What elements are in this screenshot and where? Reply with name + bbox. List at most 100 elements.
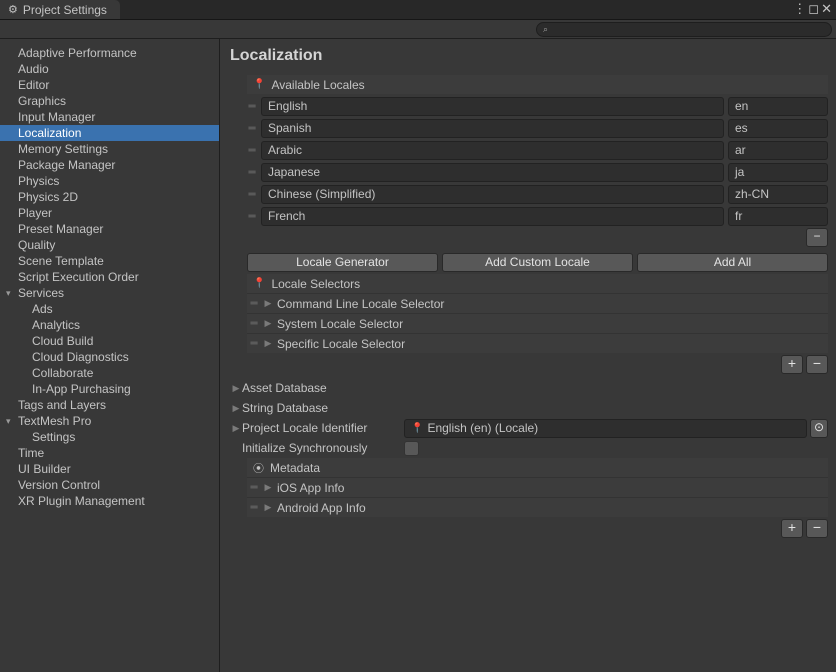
sidebar-item-services[interactable]: Services: [0, 285, 219, 301]
sidebar-item-time[interactable]: Time: [0, 445, 219, 461]
metadata-label: Metadata: [270, 461, 320, 475]
sidebar-item-player[interactable]: Player: [0, 205, 219, 221]
project-locale-id-value: English (en) (Locale): [427, 420, 538, 437]
drag-handle-icon[interactable]: ═: [247, 215, 257, 218]
drag-handle-icon[interactable]: ═: [249, 342, 259, 345]
drag-handle-icon[interactable]: ═: [249, 506, 259, 509]
add-metadata-button[interactable]: +: [781, 519, 803, 538]
locale-selectors-label: Locale Selectors: [271, 277, 360, 291]
metadata-row[interactable]: ═▶iOS App Info: [247, 477, 828, 497]
drag-handle-icon[interactable]: ═: [247, 105, 257, 108]
sidebar-item-tags-and-layers[interactable]: Tags and Layers: [0, 397, 219, 413]
init-sync-checkbox[interactable]: [404, 441, 419, 456]
tab-title: Project Settings: [23, 3, 107, 17]
close-icon[interactable]: ✕: [821, 2, 832, 15]
sidebar-item-localization[interactable]: Localization: [0, 125, 219, 141]
more-icon[interactable]: ⋮: [793, 2, 806, 15]
search-input[interactable]: ⌕: [536, 22, 832, 37]
sidebar-item-input-manager[interactable]: Input Manager: [0, 109, 219, 125]
sidebar-item-script-execution-order[interactable]: Script Execution Order: [0, 269, 219, 285]
locale-row: ═ Englishen: [247, 94, 828, 116]
drag-handle-icon[interactable]: ═: [247, 193, 257, 196]
pin-icon: 📍: [411, 420, 423, 437]
locale-selector-row[interactable]: ═ ▶ System Locale Selector: [247, 313, 828, 333]
sidebar-item-textmesh-pro[interactable]: TextMesh Pro: [0, 413, 219, 429]
sidebar-item-preset-manager[interactable]: Preset Manager: [0, 221, 219, 237]
chevron-right-icon[interactable]: ▶: [230, 423, 242, 434]
maximize-icon[interactable]: ◻: [808, 2, 819, 15]
drag-handle-icon[interactable]: ═: [247, 127, 257, 130]
add-selector-button[interactable]: +: [781, 355, 803, 374]
picker-button[interactable]: ⊙: [810, 419, 828, 438]
locale-name-field[interactable]: French: [261, 207, 724, 226]
chevron-right-icon: ▶: [230, 403, 242, 414]
locale-code-field[interactable]: zh-CN: [728, 185, 828, 204]
locale-code-field[interactable]: en: [728, 97, 828, 116]
locale-row: ═ Japaneseja: [247, 160, 828, 182]
drag-handle-icon[interactable]: ═: [247, 171, 257, 174]
sidebar-item-xr-plugin-management[interactable]: XR Plugin Management: [0, 493, 219, 509]
selector-name: Command Line Locale Selector: [277, 297, 444, 311]
sidebar-item-ads[interactable]: Ads: [0, 301, 219, 317]
metadata-name: iOS App Info: [277, 481, 344, 495]
sidebar-item-audio[interactable]: Audio: [0, 61, 219, 77]
pin-icon: 📍: [253, 278, 265, 289]
sidebar-item-collaborate[interactable]: Collaborate: [0, 365, 219, 381]
metadata-row[interactable]: ═▶Android App Info: [247, 497, 828, 517]
string-database-row[interactable]: ▶ String Database: [230, 398, 828, 418]
locale-row: ═ Chinese (Simplified)zh-CN: [247, 182, 828, 204]
sidebar-item-in-app-purchasing[interactable]: In-App Purchasing: [0, 381, 219, 397]
sidebar-item-version-control[interactable]: Version Control: [0, 477, 219, 493]
selector-name: System Locale Selector: [277, 317, 403, 331]
sidebar-item-settings[interactable]: Settings: [0, 429, 219, 445]
pin-icon: 📍: [253, 79, 265, 90]
sidebar-item-memory-settings[interactable]: Memory Settings: [0, 141, 219, 157]
remove-selector-button[interactable]: −: [806, 355, 828, 374]
sidebar-item-cloud-diagnostics[interactable]: Cloud Diagnostics: [0, 349, 219, 365]
sidebar-item-quality[interactable]: Quality: [0, 237, 219, 253]
locale-code-field[interactable]: ar: [728, 141, 828, 160]
metadata-icon: ⦿: [253, 460, 264, 476]
locale-row: ═ Spanishes: [247, 116, 828, 138]
drag-handle-icon[interactable]: ═: [249, 486, 259, 489]
sidebar-item-analytics[interactable]: Analytics: [0, 317, 219, 333]
drag-handle-icon[interactable]: ═: [249, 322, 259, 325]
chevron-right-icon: ▶: [263, 338, 273, 349]
locale-name-field[interactable]: Japanese: [261, 163, 724, 182]
drag-handle-icon[interactable]: ═: [247, 149, 257, 152]
sidebar-item-package-manager[interactable]: Package Manager: [0, 157, 219, 173]
project-settings-tab[interactable]: ⚙ Project Settings: [0, 0, 120, 19]
gear-icon: ⚙: [8, 3, 18, 16]
locale-selector-row[interactable]: ═▶Specific Locale Selector: [247, 333, 828, 353]
locale-code-field[interactable]: es: [728, 119, 828, 138]
string-database-label: String Database: [242, 401, 328, 415]
locale-name-field[interactable]: Chinese (Simplified): [261, 185, 724, 204]
locale-code-field[interactable]: fr: [728, 207, 828, 226]
sidebar-item-adaptive-performance[interactable]: Adaptive Performance: [0, 45, 219, 61]
locale-name-field[interactable]: Spanish: [261, 119, 724, 138]
main-panel: Localization 📍 Available Locales ═Englis…: [219, 39, 836, 672]
sidebar-item-ui-builder[interactable]: UI Builder: [0, 461, 219, 477]
sidebar-item-graphics[interactable]: Graphics: [0, 93, 219, 109]
sidebar-item-cloud-build[interactable]: Cloud Build: [0, 333, 219, 349]
sidebar-item-editor[interactable]: Editor: [0, 77, 219, 93]
window-controls: ⋮ ◻ ✕: [793, 2, 832, 15]
sidebar-item-scene-template[interactable]: Scene Template: [0, 253, 219, 269]
locale-selectors-header: 📍 Locale Selectors: [247, 274, 828, 293]
sidebar-item-physics[interactable]: Physics: [0, 173, 219, 189]
locale-name-field[interactable]: Arabic: [261, 141, 724, 160]
sidebar-item-physics-2d[interactable]: Physics 2D: [0, 189, 219, 205]
locale-name-field[interactable]: English: [261, 97, 724, 116]
add-all-button[interactable]: Add All: [637, 253, 828, 272]
chevron-right-icon: ▶: [263, 318, 273, 329]
asset-database-row[interactable]: ▶ Asset Database: [230, 378, 828, 398]
locale-generator-button[interactable]: Locale Generator: [247, 253, 438, 272]
drag-handle-icon[interactable]: ═: [249, 302, 259, 305]
remove-metadata-button[interactable]: −: [806, 519, 828, 538]
locale-code-field[interactable]: ja: [728, 163, 828, 182]
title-bar: ⚙ Project Settings ⋮ ◻ ✕: [0, 0, 836, 20]
add-custom-locale-button[interactable]: Add Custom Locale: [442, 253, 633, 272]
project-locale-id-field[interactable]: 📍 English (en) (Locale): [404, 419, 807, 438]
locale-selector-row[interactable]: ═▶Command Line Locale Selector: [247, 293, 828, 313]
remove-locale-button[interactable]: −: [806, 228, 828, 247]
